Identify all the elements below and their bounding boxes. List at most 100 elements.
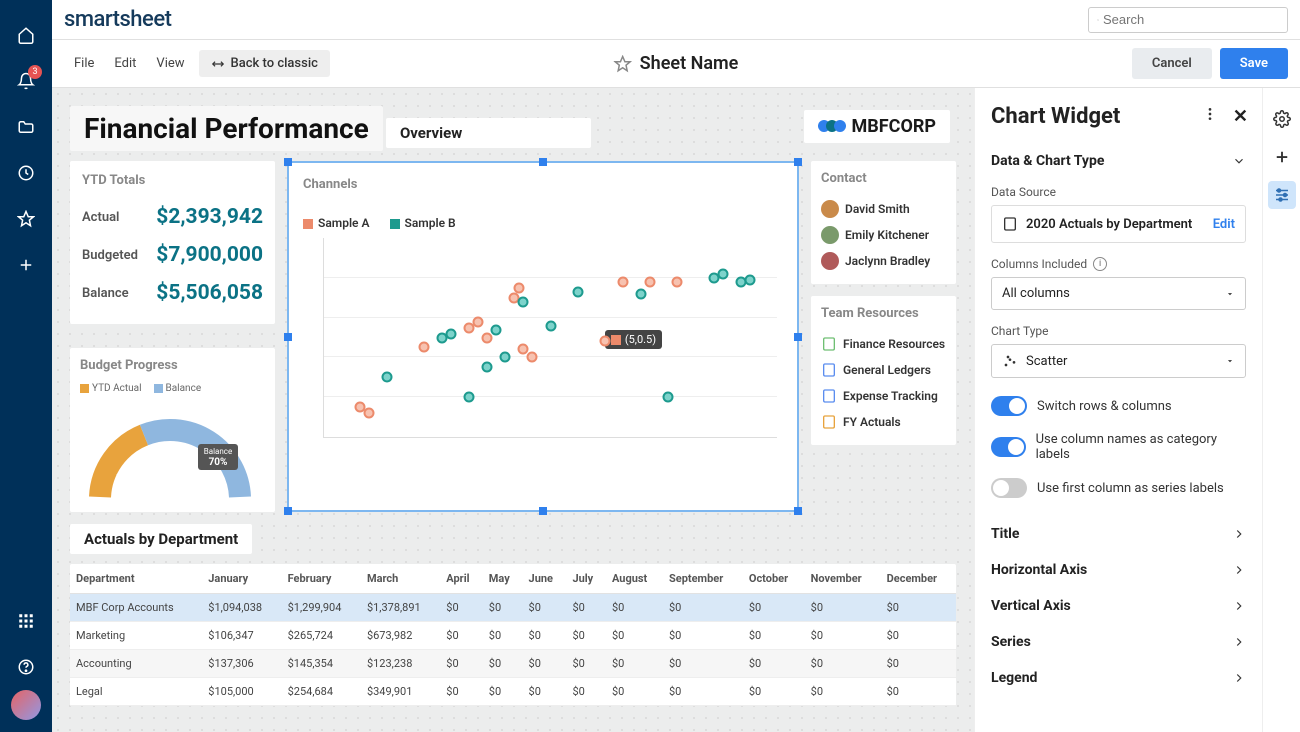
panel-section-vertical-axis[interactable]: Vertical Axis bbox=[991, 588, 1246, 624]
panel-section-horizontal-axis[interactable]: Horizontal Axis bbox=[991, 552, 1246, 588]
data-point bbox=[636, 288, 647, 299]
toggle-row: Use first column as series labels bbox=[991, 470, 1246, 506]
actuals-table-card: DepartmentJanuaryFebruaryMarchAprilMayJu… bbox=[70, 564, 956, 706]
panel-close-icon[interactable]: ✕ bbox=[1233, 106, 1248, 127]
resource-item[interactable]: Expense Tracking bbox=[821, 383, 946, 409]
column-header[interactable]: January bbox=[202, 564, 281, 594]
app-logo: smartsheet bbox=[64, 7, 171, 32]
brand-name: MBFCORP bbox=[852, 116, 936, 137]
apps-icon[interactable] bbox=[8, 603, 44, 639]
ytd-label: Actual bbox=[82, 210, 119, 225]
data-point bbox=[382, 372, 393, 383]
favorites-icon[interactable] bbox=[8, 201, 44, 237]
panel-section-series[interactable]: Series bbox=[991, 624, 1246, 660]
table-cell: $0 bbox=[440, 594, 483, 622]
resource-icon bbox=[821, 414, 837, 430]
resize-handle[interactable] bbox=[539, 507, 547, 515]
section-data-chart-type[interactable]: Data & Chart Type bbox=[991, 143, 1246, 179]
info-icon[interactable]: i bbox=[1093, 257, 1107, 271]
resource-item[interactable]: General Ledgers bbox=[821, 357, 946, 383]
user-avatar[interactable] bbox=[11, 690, 41, 720]
menu-view[interactable]: View bbox=[146, 50, 194, 77]
ytd-label: Balance bbox=[82, 286, 129, 301]
column-header[interactable]: June bbox=[523, 564, 567, 594]
resize-handle[interactable] bbox=[284, 507, 292, 515]
edit-data-source-link[interactable]: Edit bbox=[1213, 217, 1235, 232]
column-header[interactable]: September bbox=[663, 564, 743, 594]
sheet-name-wrap[interactable]: Sheet Name bbox=[614, 53, 739, 74]
table-row[interactable]: MBF Corp Accounts$1,094,038$1,299,904$1,… bbox=[70, 594, 956, 622]
toggle-switch[interactable] bbox=[991, 396, 1027, 416]
column-header[interactable]: April bbox=[440, 564, 483, 594]
toggle-switch[interactable] bbox=[991, 437, 1026, 457]
cancel-button[interactable]: Cancel bbox=[1132, 48, 1212, 79]
notifications-icon[interactable]: 3 bbox=[8, 63, 44, 99]
column-header[interactable]: Department bbox=[70, 564, 202, 594]
panel-section-title[interactable]: Title bbox=[991, 516, 1246, 552]
table-cell: $0 bbox=[881, 650, 956, 678]
column-header[interactable]: November bbox=[805, 564, 881, 594]
star-outline-icon[interactable] bbox=[614, 55, 632, 73]
column-header[interactable]: December bbox=[881, 564, 956, 594]
table-cell: $0 bbox=[606, 622, 663, 650]
table-cell: $1,094,038 bbox=[202, 594, 281, 622]
toggle-switch[interactable] bbox=[991, 478, 1027, 498]
sheet-icon bbox=[1002, 216, 1018, 232]
columns-select[interactable]: All columns bbox=[991, 277, 1246, 310]
search-input-wrap[interactable] bbox=[1088, 7, 1288, 33]
toggle-row: Use column names as category labels bbox=[991, 424, 1246, 470]
menu-file[interactable]: File bbox=[64, 50, 104, 77]
back-to-classic-button[interactable]: Back to classic bbox=[199, 50, 330, 77]
chart-type-select[interactable]: Scatter bbox=[991, 344, 1246, 378]
properties-icon[interactable] bbox=[1268, 181, 1296, 209]
resize-handle[interactable] bbox=[284, 333, 292, 341]
table-row[interactable]: Accounting$137,306$145,354$123,238$0$0$0… bbox=[70, 650, 956, 678]
column-header[interactable]: July bbox=[566, 564, 606, 594]
pct-actual-label: 30% bbox=[116, 473, 133, 483]
table-row[interactable]: Marketing$106,347$265,724$673,982$0$0$0$… bbox=[70, 622, 956, 650]
column-header[interactable]: February bbox=[282, 564, 361, 594]
home-icon[interactable] bbox=[8, 17, 44, 53]
right-tool-rail bbox=[1262, 88, 1300, 732]
resize-handle[interactable] bbox=[284, 158, 292, 166]
menu-edit[interactable]: Edit bbox=[104, 50, 146, 77]
panel-section-legend[interactable]: Legend bbox=[991, 660, 1246, 696]
column-header[interactable]: October bbox=[743, 564, 805, 594]
column-header[interactable]: August bbox=[606, 564, 663, 594]
help-icon[interactable] bbox=[8, 649, 44, 685]
table-cell: $0 bbox=[743, 594, 805, 622]
resources-title: Team Resources bbox=[821, 306, 946, 321]
data-point bbox=[418, 342, 429, 353]
chart-type-value: Scatter bbox=[1026, 354, 1067, 369]
contact-item[interactable]: David Smith bbox=[821, 196, 946, 222]
column-header[interactable]: May bbox=[483, 564, 523, 594]
data-point bbox=[663, 392, 674, 403]
dropdown-caret-icon bbox=[1225, 289, 1235, 299]
table-cell: $1,378,891 bbox=[361, 594, 440, 622]
resource-icon bbox=[821, 388, 837, 404]
table-cell: $0 bbox=[805, 650, 881, 678]
table-row[interactable]: Legal$105,000$254,684$349,901$0$0$0$0$0$… bbox=[70, 678, 956, 706]
search-input[interactable] bbox=[1103, 12, 1279, 27]
settings-icon[interactable] bbox=[1268, 105, 1296, 133]
resource-item[interactable]: FY Actuals bbox=[821, 409, 946, 435]
folder-icon[interactable] bbox=[8, 109, 44, 145]
data-point bbox=[744, 274, 755, 285]
recent-icon[interactable] bbox=[8, 155, 44, 191]
data-point bbox=[513, 282, 524, 293]
resource-item[interactable]: Finance Resources bbox=[821, 331, 946, 357]
dashboard-canvas[interactable]: Financial Performance MBFCORP Overview Y… bbox=[52, 88, 974, 732]
scatter-chart-widget[interactable]: Channels Sample ASample B (5,0.5) bbox=[287, 161, 799, 512]
column-header[interactable]: March bbox=[361, 564, 440, 594]
panel-more-icon[interactable] bbox=[1202, 106, 1218, 122]
resize-handle[interactable] bbox=[794, 333, 802, 341]
add-widget-icon[interactable] bbox=[1268, 143, 1296, 171]
save-button[interactable]: Save bbox=[1220, 48, 1288, 79]
table-cell: $0 bbox=[743, 678, 805, 706]
resize-handle[interactable] bbox=[794, 507, 802, 515]
add-icon[interactable] bbox=[8, 247, 44, 283]
resize-handle[interactable] bbox=[794, 158, 802, 166]
contact-item[interactable]: Jaclynn Bradley bbox=[821, 248, 946, 274]
resize-handle[interactable] bbox=[539, 158, 547, 166]
contact-item[interactable]: Emily Kitchener bbox=[821, 222, 946, 248]
